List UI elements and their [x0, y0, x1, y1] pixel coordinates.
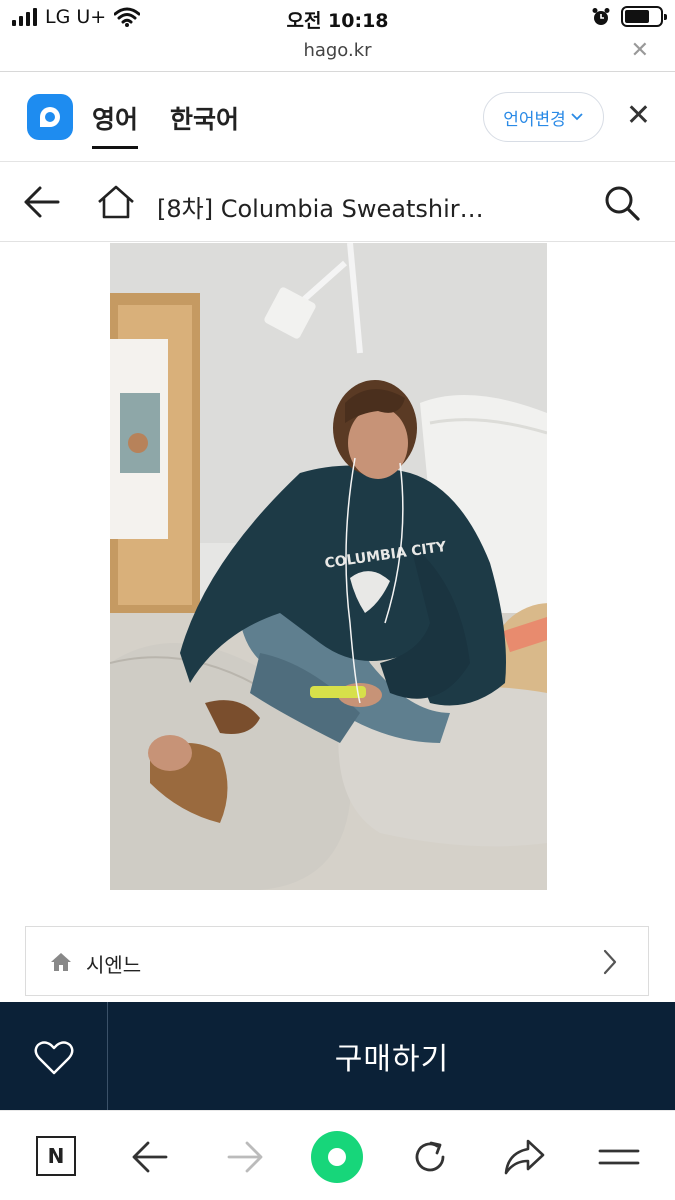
back-arrow-icon[interactable]: [130, 1139, 170, 1175]
papago-icon[interactable]: [27, 94, 73, 140]
chevron-down-icon: [571, 113, 583, 121]
url-text[interactable]: hago.kr: [0, 40, 675, 61]
alarm-icon: [592, 7, 610, 25]
page-header: [8차] Columbia Sweatshir…: [0, 162, 675, 242]
search-icon[interactable]: [603, 184, 641, 222]
forward-arrow-icon[interactable]: [225, 1139, 265, 1175]
close-translate-icon[interactable]: ✕: [626, 98, 651, 133]
change-language-button[interactable]: 언어변경: [483, 92, 604, 142]
shop-link-row[interactable]: 시엔느: [25, 926, 649, 996]
reload-icon[interactable]: [410, 1137, 450, 1177]
translate-bar: 영어 한국어 언어변경 ✕: [0, 72, 675, 162]
status-right: [591, 6, 667, 27]
lang-tab-english[interactable]: 영어: [92, 100, 139, 149]
change-language-label: 언어변경: [503, 109, 566, 130]
status-time: 오전 10:18: [286, 10, 389, 32]
like-button[interactable]: [0, 1002, 108, 1110]
product-image[interactable]: COLUMBIA CITY: [110, 243, 547, 890]
naver-home-button[interactable]: N: [36, 1136, 76, 1176]
menu-icon[interactable]: [598, 1145, 640, 1169]
url-bar[interactable]: hago.kr ✕: [0, 36, 675, 72]
back-arrow-icon[interactable]: [22, 184, 62, 220]
url-close-icon[interactable]: ✕: [631, 38, 649, 63]
battery-icon: [621, 6, 667, 27]
share-icon[interactable]: [502, 1137, 546, 1177]
home-icon[interactable]: [96, 184, 136, 220]
browser-toolbar: N: [0, 1110, 675, 1200]
lang-tab-korean[interactable]: 한국어: [170, 100, 239, 136]
buy-bar: 구매하기: [0, 1002, 675, 1110]
green-dot-button[interactable]: [311, 1131, 363, 1183]
shop-home-icon: [51, 953, 71, 971]
chevron-right-icon: [603, 949, 617, 975]
heart-icon: [34, 1041, 74, 1075]
shop-name: 시엔느: [86, 953, 142, 977]
status-bar: LG U+ 오전 10:18: [0, 0, 675, 36]
buy-button[interactable]: 구매하기: [109, 1002, 675, 1110]
page-title: [8차] Columbia Sweatshir…: [157, 195, 484, 223]
